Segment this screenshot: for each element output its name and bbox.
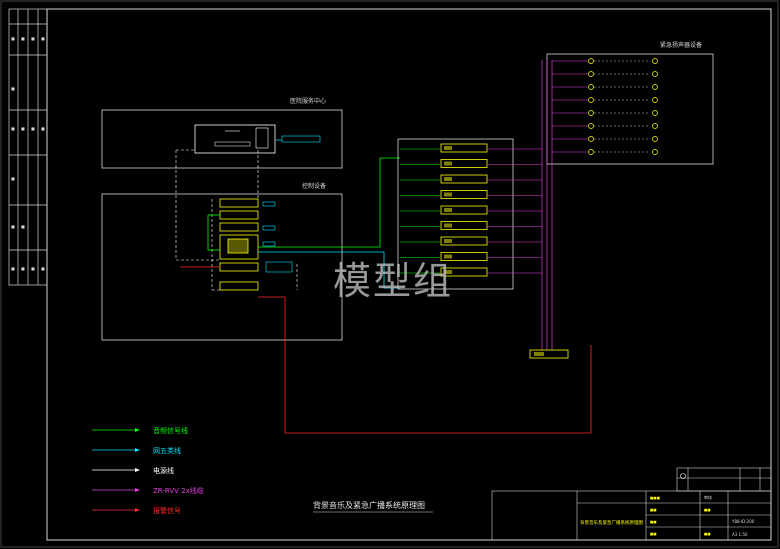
speaker-icon [588,110,594,116]
title-block-cells: ■■■■■■■■■ ■■■■ [650,496,711,536]
legend-item: 报警信号 [92,506,181,515]
speaker-unit [552,84,658,90]
legend: 音频信号线网五类线电源线 ZR-RVV 2x线缆报警信号 [92,426,204,515]
speaker-icon [588,136,594,142]
svg-text:■■: ■■ [650,520,657,524]
svg-text:■: ■ [11,126,15,131]
legend-arrow-icon [135,448,140,452]
svg-text:■: ■ [11,86,15,91]
legend-item: 网五类线 [92,446,181,455]
speaker-icon [652,110,658,116]
speaker-icon [588,97,594,103]
control-rack [219,198,259,291]
legend-item: 音频信号线 [92,426,188,435]
bottom-controller [529,349,569,359]
svg-text:■■: ■■ [650,508,657,512]
speaker-icon [652,149,658,155]
watermark: 模型组 [333,259,454,303]
legend-arrow-icon [135,488,140,492]
workstation-device [194,124,276,154]
speaker-unit [552,71,658,77]
amplifier-unit [400,221,542,230]
drawing-title: 背景音乐及紧急广播系统原理图 [313,500,425,510]
speaker-icon [652,71,658,77]
legend-label: 电源线 [153,466,174,475]
legend-label: 音频信号线 [153,426,188,435]
title-block-drawing-no: Y88-ID-200 [731,519,755,524]
speaker-unit [552,97,658,103]
svg-text:■: ■ [21,224,25,229]
left-revision-strip [8,8,48,286]
svg-text:■■■: ■■■ [650,496,660,500]
amplifier-unit [400,236,542,246]
control-equipment-box [101,193,343,341]
amplifier-unit [400,205,542,215]
amplifier-unit [400,190,542,199]
speaker-icon [652,136,658,142]
title-block-scale: A3 1:50 [732,532,748,537]
svg-text:■: ■ [41,126,45,131]
control-equipment-label: 控制设备 [302,182,326,190]
legend-arrow-icon [135,428,140,432]
service-center-box [101,109,343,169]
speaker-icon [588,123,594,129]
rack-side-connectors [262,201,293,273]
speaker-unit [552,110,658,116]
title-block-header: 审核 [704,494,712,500]
speaker-icon [588,58,594,64]
svg-text:■: ■ [21,126,25,131]
svg-text:■: ■ [21,36,25,41]
amplifier-unit [400,159,542,168]
svg-text:■: ■ [21,266,25,271]
legend-arrow-icon [135,508,140,512]
title-block [491,490,772,541]
svg-text:■: ■ [11,224,15,229]
speaker-icon [588,84,594,90]
legend-item: ZR-RVV 2x线缆 [92,486,204,495]
revision-table [676,467,772,492]
svg-text:■: ■ [31,126,35,131]
speaker-icon [652,97,658,103]
amplifier-unit [400,174,542,184]
speaker-icon [652,84,658,90]
network-port [276,135,321,143]
legend-label: 网五类线 [153,446,181,455]
speaker-bank-label: 紧急扬声器设备 [660,41,702,49]
svg-text:■: ■ [31,266,35,271]
legend-arrow-icon [135,468,140,472]
speaker-icon [652,123,658,129]
speaker-bank-box [546,53,714,165]
legend-label: 报警信号 [153,506,181,515]
amplifier-unit [400,143,542,153]
svg-text:■: ■ [11,36,15,41]
legend-label: ZR-RVV 2x线缆 [153,486,204,495]
speaker-unit [552,58,658,64]
speaker-icon [652,58,658,64]
service-center-label: 医院服务中心 [290,97,326,105]
title-block-project: 背景音乐及紧急广播系统原理图 [580,519,643,526]
svg-text:■: ■ [41,266,45,271]
svg-text:■: ■ [11,266,15,271]
svg-text:■: ■ [41,36,45,41]
speaker-unit [552,136,658,142]
rvv-buses [541,60,553,350]
svg-text:■■: ■■ [704,532,711,536]
alarm-run [258,296,592,434]
speaker-icon [588,71,594,77]
svg-text:■■: ■■ [650,532,657,536]
svg-text:■: ■ [31,36,35,41]
svg-text:■: ■ [11,176,15,181]
speaker-unit [552,149,658,155]
svg-text:■■: ■■ [704,508,711,512]
speaker-bank [552,58,658,155]
speaker-icon [588,149,594,155]
control-wiring [175,149,298,291]
legend-item: 电源线 [92,466,174,475]
speaker-unit [552,123,658,129]
audio-wiring-control [207,214,220,251]
